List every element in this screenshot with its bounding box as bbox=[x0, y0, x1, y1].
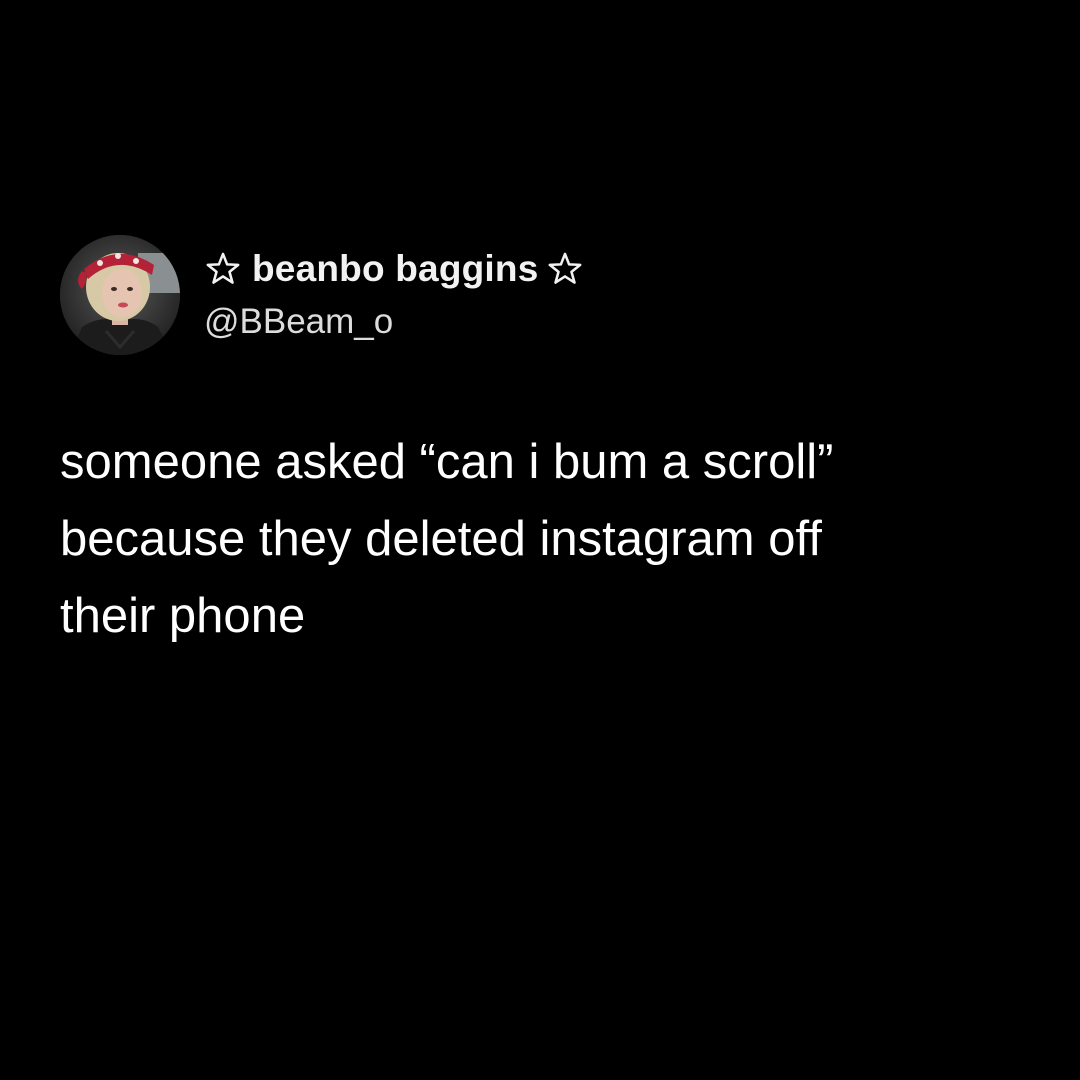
user-handle[interactable]: @BBeam_o bbox=[204, 299, 584, 345]
display-name-row[interactable]: beanbo baggins bbox=[204, 245, 584, 293]
avatar[interactable] bbox=[60, 235, 180, 355]
tweet-body-line: their phone bbox=[60, 589, 306, 643]
star-outline-icon bbox=[546, 250, 584, 288]
star-outline-icon bbox=[204, 250, 242, 288]
post-canvas: beanbo baggins @BBeam_o someone asked “c… bbox=[0, 0, 1080, 1080]
avatar-photo-image bbox=[60, 235, 180, 355]
tweet-author-header: beanbo baggins @BBeam_o bbox=[60, 234, 1020, 356]
tweet-body: someone asked “can i bum a scroll” becau… bbox=[60, 424, 1020, 655]
display-name: beanbo baggins bbox=[252, 248, 539, 289]
tweet-body-line: because they deleted instagram off bbox=[60, 512, 822, 566]
author-names: beanbo baggins @BBeam_o bbox=[204, 245, 584, 345]
tweet-body-line: someone asked “can i bum a scroll” bbox=[60, 435, 834, 489]
tweet-card: beanbo baggins @BBeam_o someone asked “c… bbox=[60, 234, 1020, 655]
